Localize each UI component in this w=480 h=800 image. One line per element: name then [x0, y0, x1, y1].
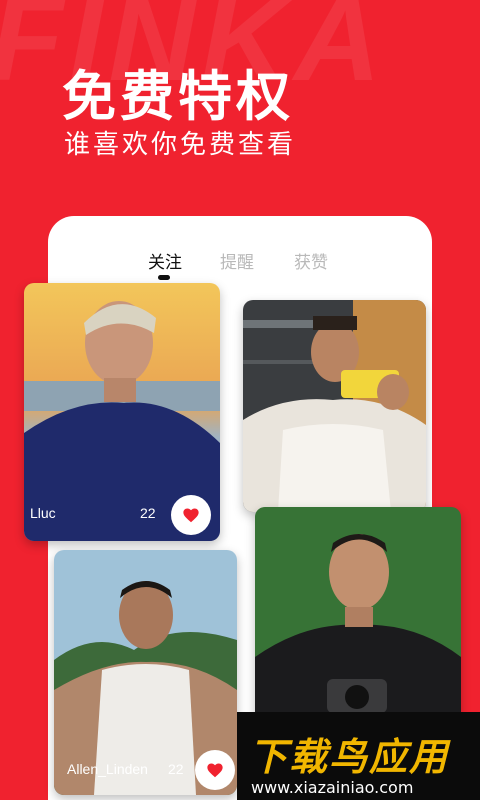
- watermark-banner: 下载鸟应用 www.xiazainiao.com: [237, 712, 480, 800]
- watermark-title: 下载鸟应用: [249, 735, 450, 779]
- profile-card-4[interactable]: Allen_Linden 22: [54, 550, 237, 795]
- profile-age: 22: [140, 505, 156, 521]
- tab-reminders[interactable]: 提醒: [220, 248, 254, 273]
- profile-card-1[interactable]: Lluc 22: [24, 283, 220, 541]
- profile-card-2[interactable]: [243, 300, 426, 512]
- profile-name: Allen_Linden: [67, 761, 148, 777]
- like-button[interactable]: [195, 750, 235, 790]
- tab-likes-received[interactable]: 获赞: [294, 248, 328, 273]
- profile-name: Lluc: [30, 505, 56, 521]
- watermark-url: www.xiazainiao.com: [251, 778, 414, 797]
- tab-bar: 关注 提醒 获赞: [0, 248, 480, 278]
- promo-subtitle: 谁喜欢你免费查看: [64, 130, 297, 160]
- heart-icon: [207, 763, 223, 778]
- tab-following[interactable]: 关注: [148, 248, 182, 273]
- tab-active-indicator: [158, 275, 170, 280]
- profile-age: 22: [168, 761, 184, 777]
- profile-photo: [255, 507, 461, 737]
- promo-title: 免费特权: [62, 65, 294, 128]
- profile-card-3[interactable]: [255, 507, 461, 737]
- heart-icon: [183, 508, 199, 523]
- like-button[interactable]: [171, 495, 211, 535]
- profile-photo: [243, 300, 426, 512]
